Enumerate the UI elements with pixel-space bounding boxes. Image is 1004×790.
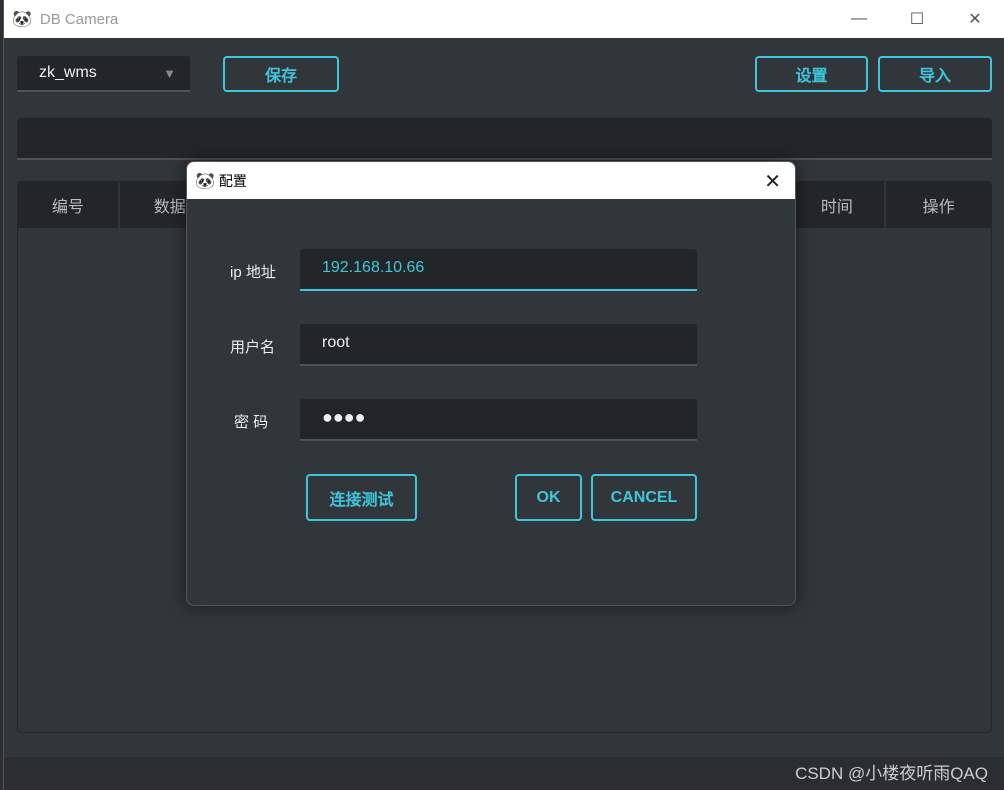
column-header-actions[interactable]: 操作 (886, 182, 991, 228)
panda-icon: 🐼 (195, 172, 215, 190)
dialog-close-icon[interactable]: ✕ (764, 169, 781, 194)
dialog-title: 配置 (218, 172, 247, 189)
dropdown-arrow-icon: ▼ (163, 66, 176, 81)
username-input[interactable]: root (300, 324, 697, 366)
watermark: CSDN @小楼夜听雨QAQ (795, 764, 988, 783)
column-header-id[interactable]: 编号 (18, 182, 120, 228)
password-input[interactable]: ●●●● (300, 399, 697, 441)
username-label: 用户名 (230, 339, 276, 356)
close-button[interactable]: ✕ (946, 0, 1004, 38)
ip-input[interactable]: 192.168.10.66 (300, 249, 697, 291)
import-button[interactable]: 导入 (878, 56, 992, 92)
title-bar: 🐼 DB Camera — ☐ ✕ (4, 0, 1004, 38)
dialog-title-bar: 🐼 配置 ✕ (187, 162, 795, 199)
database-select[interactable]: zk_wms ▼ (17, 56, 190, 92)
minimize-button[interactable]: — (830, 0, 888, 38)
ip-label: ip 地址 (230, 264, 276, 281)
ok-button[interactable]: OK (515, 474, 582, 521)
settings-button[interactable]: 设置 (755, 56, 868, 92)
maximize-button[interactable]: ☐ (888, 0, 946, 38)
window-title: DB Camera (39, 10, 119, 28)
info-panel (17, 118, 992, 160)
password-label: 密 码 (234, 414, 269, 431)
panda-app-icon: 🐼 (12, 11, 32, 28)
cancel-button[interactable]: CANCEL (591, 474, 697, 521)
test-connection-button[interactable]: 连接测试 (306, 474, 417, 521)
config-dialog: 🐼 配置 ✕ ip 地址 192.168.10.66 用户名 root 密 码 … (186, 161, 796, 606)
save-button[interactable]: 保存 (223, 56, 339, 92)
column-header-time[interactable]: 时间 (789, 182, 887, 228)
database-select-value: zk_wms (39, 64, 97, 81)
